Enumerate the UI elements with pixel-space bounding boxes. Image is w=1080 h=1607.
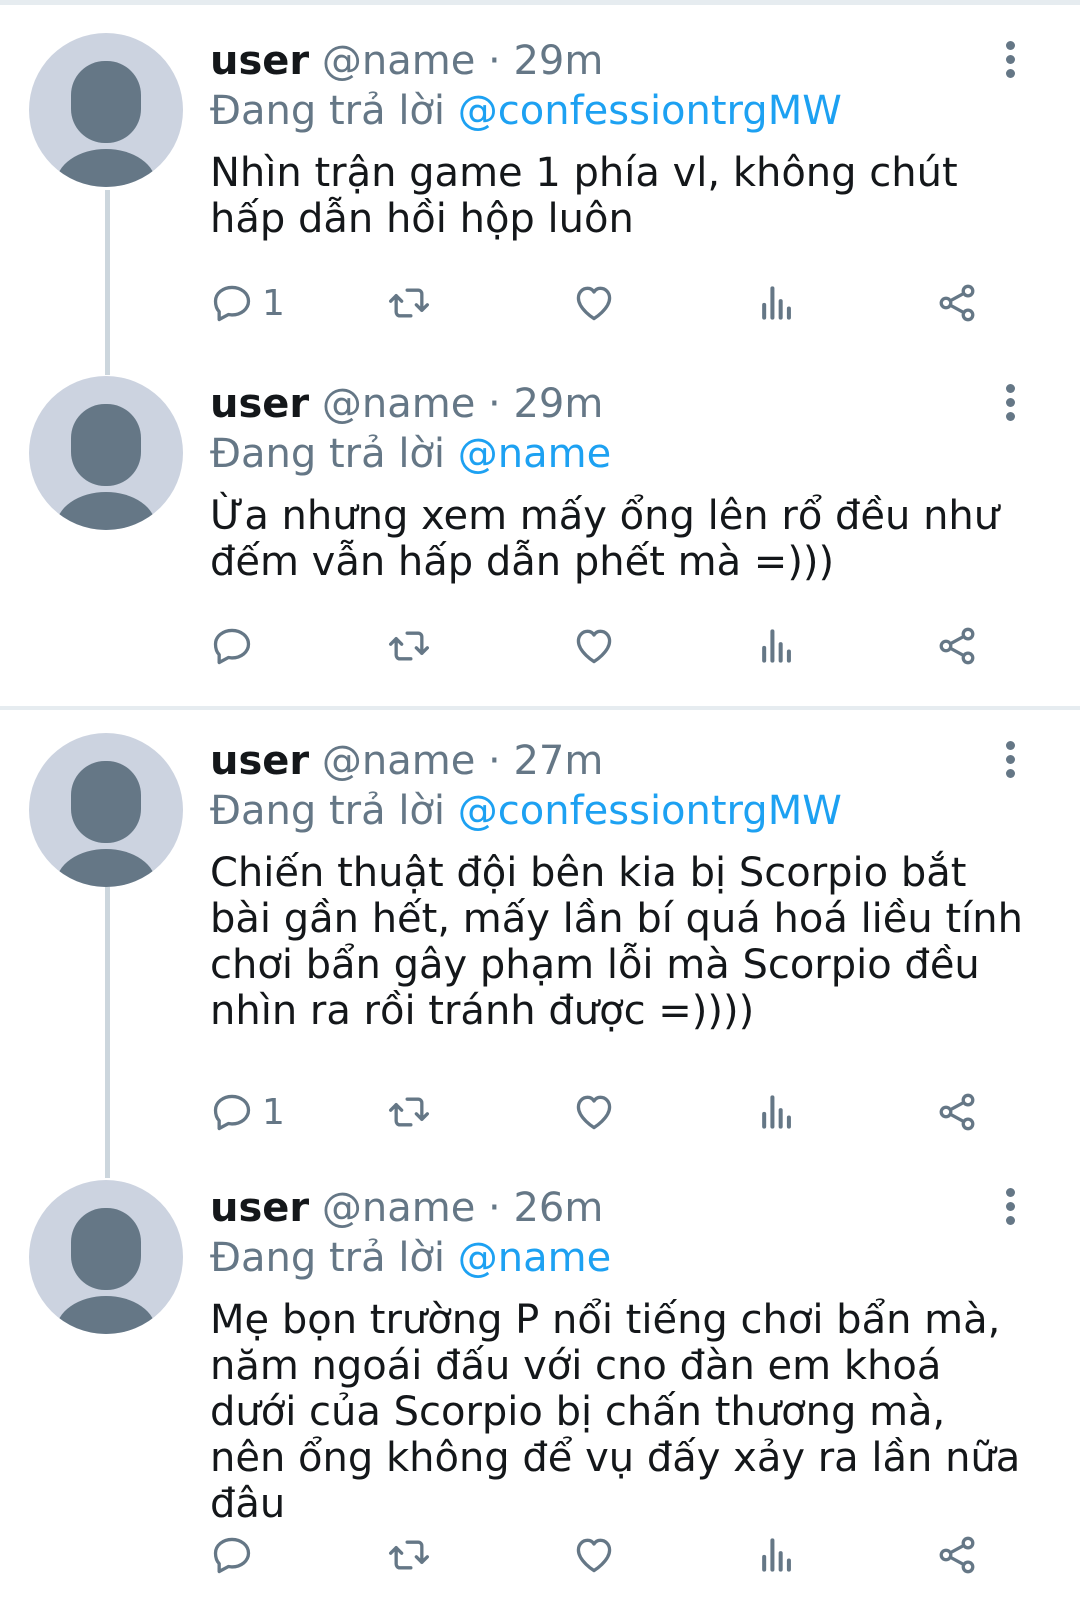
share-icon <box>939 1093 975 1131</box>
tweet-header: user @name · 29m <box>210 379 603 429</box>
analytics-icon <box>762 629 791 663</box>
action-bar: 1 <box>210 1087 1010 1137</box>
reply-to-mention[interactable]: @name <box>458 1235 611 1281</box>
share-button[interactable] <box>935 1530 979 1580</box>
separator-dot: · <box>488 738 501 784</box>
more-options-icon[interactable] <box>1000 384 1020 424</box>
reply-count: 1 <box>262 282 285 324</box>
share-button[interactable] <box>935 1087 979 1137</box>
timestamp[interactable]: 29m <box>513 38 603 84</box>
analytics-button[interactable] <box>755 621 799 671</box>
action-bar <box>210 621 1010 671</box>
replying-to: Đang trả lời @name <box>210 429 611 479</box>
top-divider <box>0 0 1080 5</box>
tweet-text: Mẹ bọn trường P nổi tiếng chơi bẩn mà, n… <box>210 1297 1021 1527</box>
tweet-card[interactable]: user @name · 26m Đang trả lời @name Mẹ b… <box>0 1180 1080 1590</box>
like-button[interactable] <box>572 1087 616 1137</box>
share-icon <box>939 1536 975 1574</box>
replying-to: Đang trả lời @confessiontrgMW <box>210 86 842 136</box>
replying-prefix: Đang trả lời <box>210 1235 446 1281</box>
username[interactable]: user <box>210 1185 309 1231</box>
replying-to: Đang trả lời @name <box>210 1233 611 1283</box>
replying-prefix: Đang trả lời <box>210 88 446 134</box>
tweet-header: user @name · 26m <box>210 1183 603 1233</box>
tweet-card[interactable]: user @name · 29m Đang trả lời @name Ừa n… <box>0 376 1080 676</box>
reply-icon <box>213 285 251 322</box>
timestamp[interactable]: 26m <box>513 1185 603 1231</box>
tweet-card[interactable]: user @name · 27m Đang trả lời @confessio… <box>0 733 1080 1143</box>
timestamp[interactable]: 29m <box>513 381 603 427</box>
reply-button[interactable]: 1 <box>210 1087 285 1137</box>
like-icon <box>576 1538 612 1573</box>
separator-dot: · <box>488 38 501 84</box>
retweet-icon <box>389 1540 429 1570</box>
retweet-button[interactable] <box>387 278 431 328</box>
reply-icon <box>213 628 251 665</box>
reply-to-mention[interactable]: @confessiontrgMW <box>458 88 842 134</box>
analytics-button[interactable] <box>755 1530 799 1580</box>
separator-dot: · <box>488 381 501 427</box>
retweet-button[interactable] <box>387 1087 431 1137</box>
tweet-header: user @name · 27m <box>210 736 603 786</box>
retweet-button[interactable] <box>387 1530 431 1580</box>
avatar[interactable] <box>29 1180 183 1334</box>
reply-button[interactable] <box>210 1530 262 1580</box>
analytics-button[interactable] <box>755 1087 799 1137</box>
like-button[interactable] <box>572 1530 616 1580</box>
avatar[interactable] <box>29 733 183 887</box>
like-icon <box>576 1095 612 1130</box>
analytics-icon <box>762 1538 791 1572</box>
analytics-icon <box>762 1095 791 1129</box>
thread-divider <box>0 706 1080 710</box>
like-button[interactable] <box>572 621 616 671</box>
reply-icon <box>213 1094 251 1131</box>
more-options-icon[interactable] <box>1000 41 1020 81</box>
retweet-icon <box>389 631 429 661</box>
like-icon <box>576 286 612 321</box>
like-button[interactable] <box>572 278 616 328</box>
username[interactable]: user <box>210 738 309 784</box>
tweet-header: user @name · 29m <box>210 36 603 86</box>
username[interactable]: user <box>210 38 309 84</box>
like-icon <box>576 629 612 664</box>
share-icon <box>939 284 975 322</box>
reply-button[interactable]: 1 <box>210 278 285 328</box>
replying-to: Đang trả lời @confessiontrgMW <box>210 786 842 836</box>
handle[interactable]: @name <box>322 1185 475 1231</box>
username[interactable]: user <box>210 381 309 427</box>
share-button[interactable] <box>935 278 979 328</box>
retweet-button[interactable] <box>387 621 431 671</box>
tweet-card[interactable]: user @name · 29m Đang trả lời @confessio… <box>0 33 1080 348</box>
avatar[interactable] <box>29 33 183 187</box>
tweet-text: Nhìn trận game 1 phía vl, không chút hấp… <box>210 150 958 242</box>
action-bar <box>210 1530 1010 1580</box>
reply-count: 1 <box>262 1091 285 1133</box>
replying-prefix: Đang trả lời <box>210 788 446 834</box>
analytics-icon <box>762 286 791 320</box>
replying-prefix: Đang trả lời <box>210 431 446 477</box>
separator-dot: · <box>488 1185 501 1231</box>
reply-icon <box>213 1537 251 1574</box>
handle[interactable]: @name <box>322 38 475 84</box>
share-button[interactable] <box>935 621 979 671</box>
reply-to-mention[interactable]: @name <box>458 431 611 477</box>
tweet-text: Ừa nhưng xem mấy ổng lên rổ đều như đếm … <box>210 493 1000 585</box>
more-options-icon[interactable] <box>1000 741 1020 781</box>
retweet-icon <box>389 1097 429 1127</box>
retweet-icon <box>389 288 429 318</box>
timestamp[interactable]: 27m <box>513 738 603 784</box>
analytics-button[interactable] <box>755 278 799 328</box>
handle[interactable]: @name <box>322 381 475 427</box>
avatar[interactable] <box>29 376 183 530</box>
action-bar: 1 <box>210 278 1010 328</box>
reply-button[interactable] <box>210 621 262 671</box>
tweet-text: Chiến thuật đội bên kia bị Scorpio bắt b… <box>210 850 1023 1034</box>
handle[interactable]: @name <box>322 738 475 784</box>
share-icon <box>939 627 975 665</box>
more-options-icon[interactable] <box>1000 1188 1020 1228</box>
reply-to-mention[interactable]: @confessiontrgMW <box>458 788 842 834</box>
